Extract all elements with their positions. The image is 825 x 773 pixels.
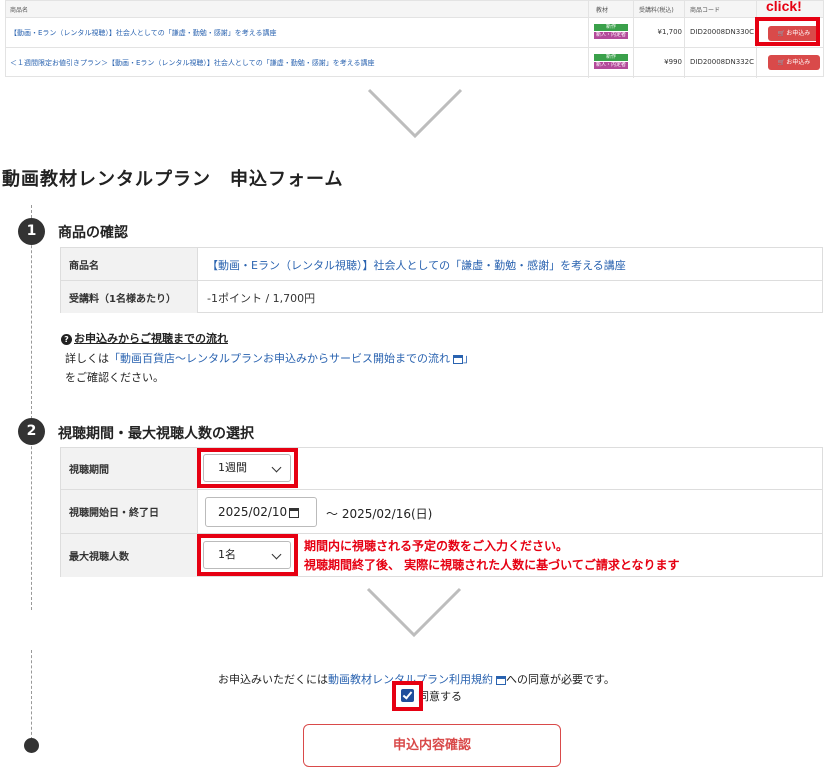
flow-heading-text: お申込みからご視聴までの流れ xyxy=(74,332,228,345)
end-date-text: 〜 2025/02/16(日) xyxy=(326,507,433,521)
row-label: 最大視聴人数 xyxy=(61,534,198,577)
flow-link[interactable]: 「動画百貨店〜レンタルプランお申込みからサービス開始までの流れ xyxy=(109,352,450,365)
product-code: DID20008DN332C xyxy=(690,58,754,66)
row-label: 商品名 xyxy=(61,248,198,280)
flow-link-end: 」 xyxy=(463,352,474,365)
table-row: 受講料（1名様あたり） -1ポイント / 1,700円 xyxy=(61,281,822,313)
header-code: 商品コード xyxy=(690,7,721,14)
header-name: 商品名 xyxy=(10,7,29,14)
external-link-icon xyxy=(496,675,506,685)
product-price: ¥990 xyxy=(664,58,682,66)
product-badges: 新作 新人・内定者 xyxy=(594,54,628,70)
confirm-button[interactable]: 申込内容確認 xyxy=(303,724,561,767)
table-row: 【動画・Eラン（レンタル視聴）】社会人としての「謙虚・勤勉・感謝」を考える講座 … xyxy=(6,19,823,48)
step-number: 1 xyxy=(18,218,45,245)
column-divider xyxy=(684,1,685,78)
step-end-dot xyxy=(24,738,39,753)
apply-button[interactable]: 🛒お申込み xyxy=(768,55,820,70)
badge-target: 新人・内定者 xyxy=(594,32,628,39)
product-name-link[interactable]: 【動画・Eラン（レンタル視聴）】社会人としての「謙虚・勤勉・感謝」を考える講座 xyxy=(10,28,277,38)
header-badge: 教材 xyxy=(596,7,609,14)
product-table-header: 商品名 教材 受講料(税込) 商品コード xyxy=(6,1,823,18)
table-row: 視聴開始日・終了日 xyxy=(61,490,822,534)
product-badges: 新作 新人・内定者 xyxy=(594,24,628,40)
row-label: 視聴期間 xyxy=(61,448,198,489)
product-table: 商品名 教材 受講料(税込) 商品コード 【動画・Eラン（レンタル視聴）】社会人… xyxy=(5,0,824,78)
agreement-suffix: への同意が必要です。 xyxy=(506,673,615,686)
agreement-prefix: お申込みいただくには xyxy=(218,673,328,686)
table-row: ＜１週間限定お値引きプラン＞【動画・Eラン（レンタル視聴）】社会人としての「謙虚… xyxy=(6,49,823,77)
table-row: 視聴期間 xyxy=(61,448,822,490)
highlight-box-max xyxy=(197,534,298,576)
product-code: DID20008DN330C xyxy=(690,28,754,36)
product-price: ¥1,700 xyxy=(657,28,683,36)
external-link-icon xyxy=(453,354,463,364)
row-label: 受講料（1名様あたり） xyxy=(61,281,198,313)
step-title: 商品の確認 xyxy=(58,225,128,241)
down-arrow-icon xyxy=(367,88,463,139)
click-annotation: click! xyxy=(766,0,802,14)
row-label: 視聴開始日・終了日 xyxy=(61,490,198,533)
step-number: 2 xyxy=(18,418,45,445)
badge-new: 新作 xyxy=(594,54,628,61)
down-arrow-icon xyxy=(366,587,462,638)
product-confirm-table: 商品名 【動画・Eラン（レンタル視聴）】社会人としての「謙虚・勤勉・感謝」を考え… xyxy=(60,247,823,313)
badge-target: 新人・内定者 xyxy=(594,62,628,69)
flow-suffix: をご確認ください。 xyxy=(65,371,164,384)
column-divider xyxy=(633,1,634,78)
step-title: 視聴期間・最大視聴人数の選択 xyxy=(58,426,254,442)
badge-new: 新作 xyxy=(594,24,628,31)
start-date-input[interactable]: 2025/02/10 xyxy=(205,497,317,527)
step-connector xyxy=(31,650,32,740)
flow-heading: ? お申込みからご視聴までの流れ xyxy=(61,330,228,346)
question-icon: ? xyxy=(61,333,72,345)
flow-detail: 詳しくは「動画百貨店〜レンタルプランお申込みからサービス開始までの流れ」 xyxy=(65,350,474,366)
highlight-box-checkbox xyxy=(392,681,423,711)
product-name-value[interactable]: 【動画・Eラン（レンタル視聴）】社会人としての「謙虚・勤勉・感謝」を考える講座 xyxy=(207,257,626,273)
apply-button-label: お申込み xyxy=(786,59,811,66)
cart-icon: 🛒 xyxy=(777,59,786,66)
calendar-icon[interactable] xyxy=(289,507,300,518)
fee-value: -1ポイント / 1,700円 xyxy=(207,292,316,305)
step-connector xyxy=(31,205,32,610)
highlight-box-period xyxy=(197,448,298,488)
page-title: 動画教材レンタルプラン 申込フォーム xyxy=(2,169,344,190)
header-price: 受講料(税込) xyxy=(639,7,674,14)
column-divider xyxy=(588,1,589,78)
start-date-value: 2025/02/10 xyxy=(218,505,288,519)
highlight-box-apply xyxy=(755,17,820,46)
annotation-line-2: 視聴期間終了後、 実際に視聴された人数に基づいてご請求となります xyxy=(304,558,680,572)
product-name-link[interactable]: ＜１週間限定お値引きプラン＞【動画・Eラン（レンタル視聴）】社会人としての「謙虚… xyxy=(10,58,375,68)
table-row: 商品名 【動画・Eラン（レンタル視聴）】社会人としての「謙虚・勤勉・感謝」を考え… xyxy=(61,248,822,281)
agree-label[interactable]: 同意する xyxy=(418,688,462,704)
flow-prefix: 詳しくは xyxy=(65,352,109,365)
annotation-line-1: 期間内に視聴される予定の数をご入力ください。 xyxy=(304,539,569,553)
